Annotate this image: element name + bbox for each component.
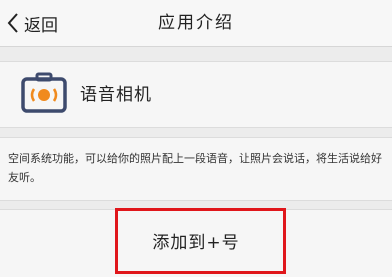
add-action-row: 添加到+号 [0,209,392,277]
app-description: 空间系统功能，可以给你的照片配上一段语音，让照片会说话，将生活说给好友听。 [0,137,392,201]
navigation-bar: 返回 应用介绍 [0,0,392,47]
page-title: 应用介绍 [158,13,234,33]
description-text: 空间系统功能，可以给你的照片配上一段语音，让照片会说话，将生活说给好友听。 [8,152,382,184]
camera-icon [20,72,68,114]
app-name: 语音相机 [80,85,152,105]
app-header: 语音相机 [0,61,392,128]
add-to-plus-button[interactable]: 添加到+号 [0,210,392,270]
